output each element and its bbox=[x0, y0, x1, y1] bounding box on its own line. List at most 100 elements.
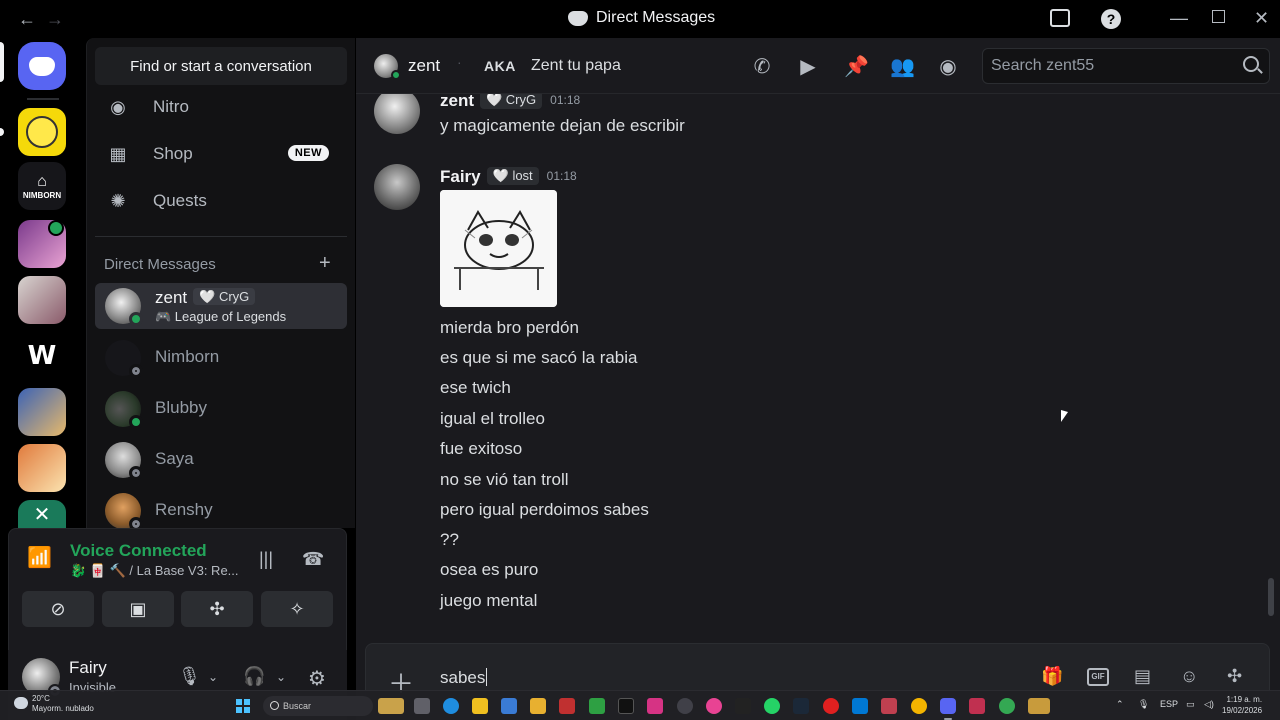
pin-icon[interactable]: 📌 bbox=[844, 54, 869, 78]
video-call-icon[interactable]: ▶ bbox=[796, 54, 820, 78]
taskbar-app-7[interactable] bbox=[559, 698, 575, 714]
tray-mic-icon[interactable]: 🎙 bbox=[1138, 699, 1149, 710]
author-name[interactable]: zent bbox=[440, 94, 474, 110]
voice-channel-name[interactable]: 🐉 🀄 🔨 / La Base V3: Re... bbox=[70, 563, 239, 579]
scrollbar[interactable] bbox=[1268, 578, 1274, 616]
taskbar-app-taskview[interactable] bbox=[414, 698, 430, 714]
avatar[interactable] bbox=[374, 164, 420, 210]
back-arrow-icon[interactable]: ← bbox=[18, 9, 36, 30]
message-text: mierda bro perdón bbox=[440, 318, 579, 337]
taskbar-app-xbox[interactable] bbox=[589, 698, 605, 714]
emoji-icon[interactable]: ☺ bbox=[1180, 666, 1198, 687]
taskbar-app-12[interactable] bbox=[706, 698, 722, 714]
taskbar-app-widget[interactable] bbox=[378, 698, 404, 714]
create-dm-button[interactable]: + bbox=[319, 252, 331, 275]
microphone-icon[interactable]: 🎙 bbox=[178, 666, 201, 687]
search-box[interactable] bbox=[982, 48, 1270, 84]
headphones-icon[interactable]: 🎧 bbox=[243, 666, 265, 687]
nav-quests[interactable]: ✺ Quests bbox=[95, 180, 347, 222]
nav-shop[interactable]: ▦ Shop NEW bbox=[95, 133, 347, 175]
taskbar-app-chrome[interactable] bbox=[911, 698, 927, 714]
server-icon-1[interactable] bbox=[18, 108, 66, 156]
user-profile-icon[interactable]: ◉ bbox=[936, 54, 960, 78]
dm-item-blubby[interactable]: Blubby bbox=[95, 386, 347, 432]
avatar[interactable] bbox=[374, 94, 420, 134]
nav-nitro[interactable]: ◉ Nitro bbox=[95, 86, 347, 128]
taskbar-app-11[interactable] bbox=[677, 698, 693, 714]
windows-start-icon[interactable] bbox=[236, 699, 250, 713]
tray-language[interactable]: ESP bbox=[1160, 699, 1178, 709]
weather-widget[interactable]: 20°C Mayorm. nublado bbox=[32, 694, 94, 714]
tray-network-icon[interactable]: ▭ bbox=[1186, 699, 1195, 710]
activities-icon: ✣ bbox=[209, 598, 225, 619]
home-button[interactable] bbox=[18, 42, 66, 90]
nimborn-logo-icon: ⌂ NIMBORN bbox=[22, 172, 62, 200]
taskbar-app-whatsapp[interactable] bbox=[764, 698, 780, 714]
taskbar-app-edge[interactable] bbox=[443, 698, 459, 714]
search-input[interactable] bbox=[991, 56, 1231, 76]
taskbar-app-store[interactable] bbox=[501, 698, 517, 714]
voice-signal-icon: 📶 bbox=[27, 547, 52, 569]
sticker-icon[interactable]: ▤ bbox=[1134, 666, 1151, 687]
phone-call-icon[interactable]: ✆ bbox=[750, 54, 774, 78]
camera-button[interactable]: ⊘ bbox=[22, 591, 94, 627]
taskbar-app-notes[interactable] bbox=[472, 698, 488, 714]
apps-icon[interactable]: ✣ bbox=[1227, 666, 1242, 687]
voice-connected-title[interactable]: Voice Connected bbox=[70, 541, 207, 561]
taskbar-app-discord[interactable] bbox=[940, 698, 956, 714]
taskbar-search[interactable]: Buscar bbox=[263, 696, 373, 716]
author-name[interactable]: Fairy bbox=[440, 167, 481, 186]
tray-chevron-icon[interactable]: ⌃ bbox=[1116, 699, 1124, 710]
gear-icon[interactable]: ⚙ bbox=[308, 666, 326, 691]
taskbar-app-epic[interactable] bbox=[735, 698, 751, 714]
taskbar-app-22[interactable] bbox=[999, 698, 1015, 714]
taskbar-app-18[interactable] bbox=[881, 698, 897, 714]
server-icon-nimborn[interactable]: ⌂ NIMBORN bbox=[18, 162, 66, 210]
maximize-icon[interactable] bbox=[1212, 10, 1225, 23]
taskbar-clock[interactable]: 1:19 a. m. 19/02/2026 bbox=[1222, 694, 1262, 716]
chevron-down-icon[interactable]: ⌄ bbox=[276, 670, 286, 684]
server-w-label: W bbox=[27, 341, 57, 371]
gif-button[interactable]: GIF bbox=[1087, 668, 1109, 686]
image-attachment[interactable] bbox=[440, 190, 557, 307]
taskbar-app-instagram[interactable] bbox=[647, 698, 663, 714]
dm-item-nimborn[interactable]: Nimborn bbox=[95, 335, 347, 381]
taskbar-app-league[interactable] bbox=[1028, 698, 1050, 714]
inbox-icon[interactable] bbox=[1050, 9, 1070, 27]
tray-volume-icon[interactable]: ◁) bbox=[1204, 699, 1214, 710]
add-friends-icon[interactable]: 👥 bbox=[890, 54, 915, 78]
window-title-text: Direct Messages bbox=[596, 9, 716, 26]
help-icon[interactable]: ? bbox=[1101, 9, 1121, 29]
disconnect-icon[interactable]: ☎ bbox=[302, 549, 324, 570]
dm-item-zent[interactable]: zent 🤍 CryG 🎮 League of Legends bbox=[95, 283, 347, 329]
server-icon-7[interactable] bbox=[18, 444, 66, 492]
activities-button[interactable]: ✣ bbox=[181, 591, 253, 627]
dm-item-saya[interactable]: Saya bbox=[95, 437, 347, 483]
server-icon-w[interactable]: W bbox=[18, 332, 66, 380]
server-icon-8[interactable]: ✕ bbox=[18, 500, 66, 528]
divider bbox=[95, 236, 347, 237]
minimize-icon[interactable]: — bbox=[1170, 8, 1188, 29]
server-icon-4[interactable] bbox=[18, 276, 66, 324]
taskbar-app-explorer[interactable] bbox=[530, 698, 546, 714]
chat-user-name[interactable]: zent bbox=[408, 56, 440, 76]
server-icon-6[interactable] bbox=[18, 388, 66, 436]
taskbar-app-17[interactable] bbox=[852, 698, 868, 714]
forward-arrow-icon[interactable]: → bbox=[46, 9, 64, 30]
message-input[interactable]: sabes bbox=[440, 668, 488, 688]
taskbar-app-21[interactable] bbox=[969, 698, 985, 714]
gift-icon[interactable]: 🎁 bbox=[1041, 666, 1063, 687]
find-conversation-button[interactable]: Find or start a conversation bbox=[95, 47, 347, 85]
message-text: y magicamente dejan de escribir bbox=[440, 116, 685, 135]
taskbar-app-steam[interactable] bbox=[793, 698, 809, 714]
close-icon[interactable]: ✕ bbox=[1254, 8, 1269, 29]
taskbar-app-youtube[interactable] bbox=[823, 698, 839, 714]
noise-suppression-icon[interactable]: ||| bbox=[259, 549, 273, 570]
screen-share-button[interactable]: ▣ bbox=[102, 591, 174, 627]
dm-item-renshy[interactable]: Renshy bbox=[95, 488, 347, 528]
taskbar-app-tiktok[interactable] bbox=[618, 698, 634, 714]
soundboard-button[interactable]: ✧ bbox=[261, 591, 333, 627]
dm-name: Renshy bbox=[155, 500, 213, 519]
clan-tag: 🤍 CryG bbox=[193, 288, 256, 305]
chevron-down-icon[interactable]: ⌄ bbox=[208, 670, 218, 684]
